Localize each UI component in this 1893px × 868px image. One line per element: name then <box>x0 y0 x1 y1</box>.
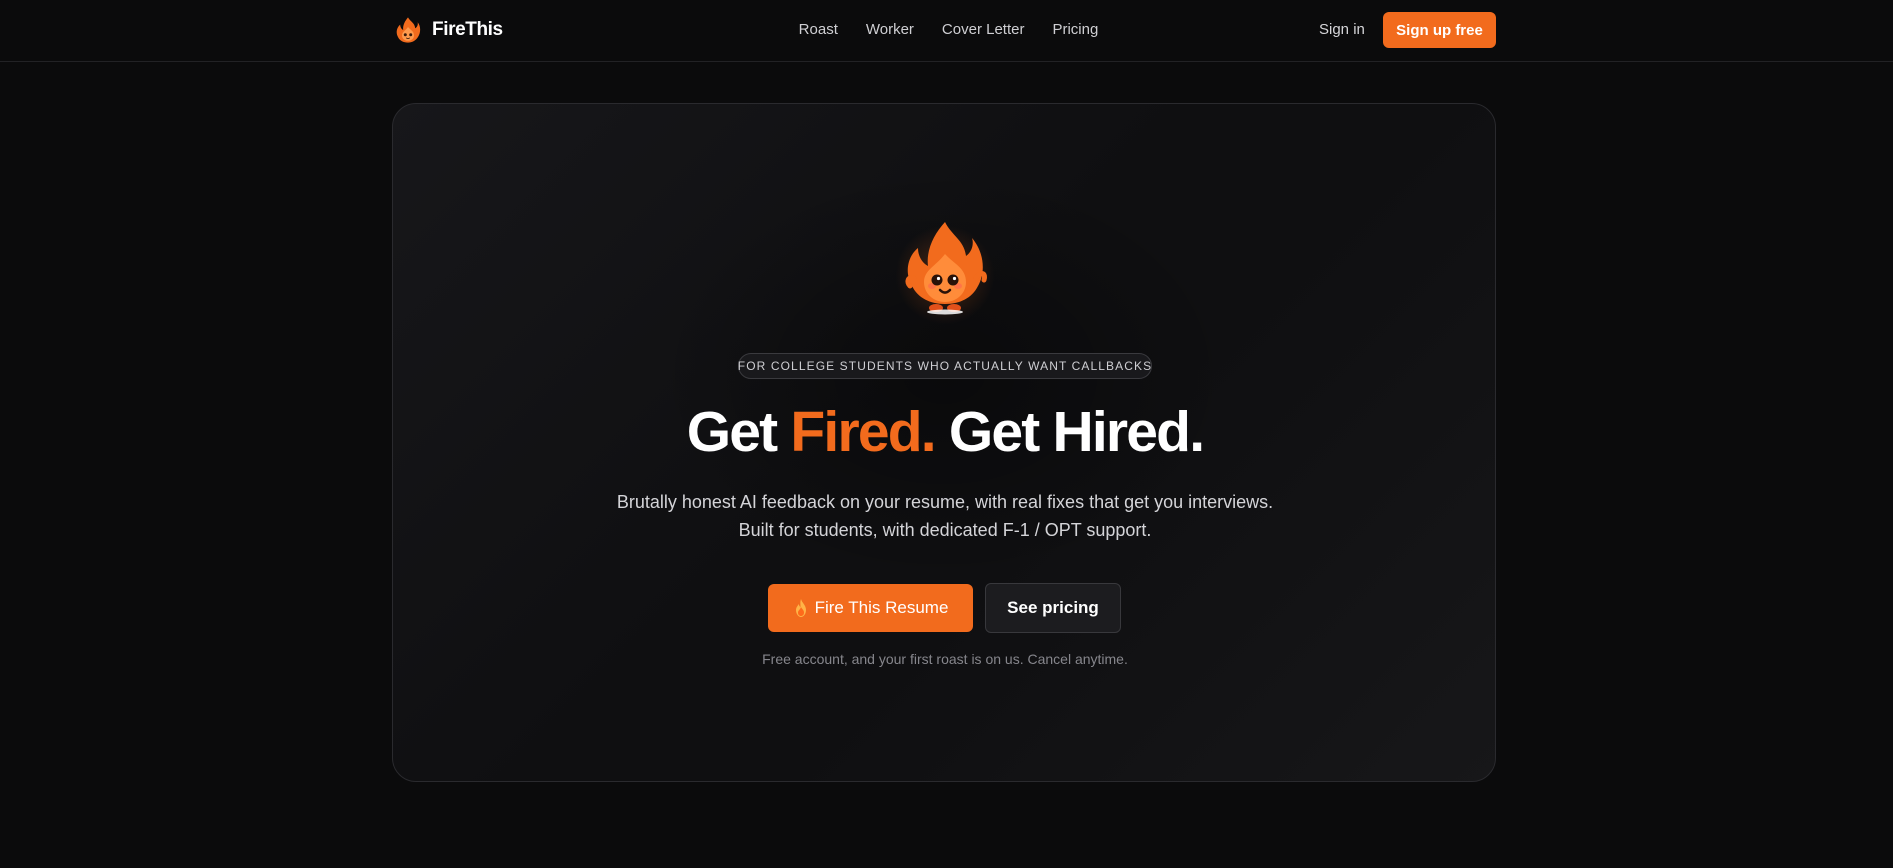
hero-card: FOR COLLEGE STUDENTS WHO ACTUALLY WANT C… <box>392 103 1496 782</box>
flame-mascot-icon <box>905 222 987 315</box>
top-navbar: FireThis Roast Worker Cover Letter Prici… <box>0 0 1893 62</box>
nav-link-cover-letter[interactable]: Cover Letter <box>942 21 1025 38</box>
fire-this-resume-label: Fire This Resume <box>814 598 949 617</box>
fine-print: Free account, and your first roast is on… <box>762 651 1128 667</box>
sign-up-button[interactable]: Sign up free <box>1383 12 1496 48</box>
hero-subtitle-line-1: Brutally honest AI feedback on your resu… <box>616 492 1274 512</box>
hero-headline: Get Fired. Get Hired. <box>393 400 1495 464</box>
hero-mascot <box>885 220 1005 330</box>
headline-part-1: Get <box>686 400 791 464</box>
nav-link-worker[interactable]: Worker <box>866 21 914 38</box>
nav-link-pricing[interactable]: Pricing <box>1052 21 1098 38</box>
headline-accent: Fired. <box>790 400 936 464</box>
fire-this-resume-button[interactable]: Fire This Resume <box>768 584 973 632</box>
audience-badge: FOR COLLEGE STUDENTS WHO ACTUALLY WANT C… <box>738 353 1152 379</box>
see-pricing-button[interactable]: See pricing <box>985 583 1121 633</box>
sign-in-link[interactable]: Sign in <box>1319 21 1365 38</box>
hero-subtitle-line-2: Built for students, with dedicated F-1 /… <box>738 520 1152 540</box>
headline-part-2: Get Hired. <box>934 400 1205 464</box>
fire-icon <box>795 599 806 617</box>
main-nav: Roast Worker Cover Letter Pricing <box>0 21 1893 38</box>
nav-link-roast[interactable]: Roast <box>799 21 838 38</box>
